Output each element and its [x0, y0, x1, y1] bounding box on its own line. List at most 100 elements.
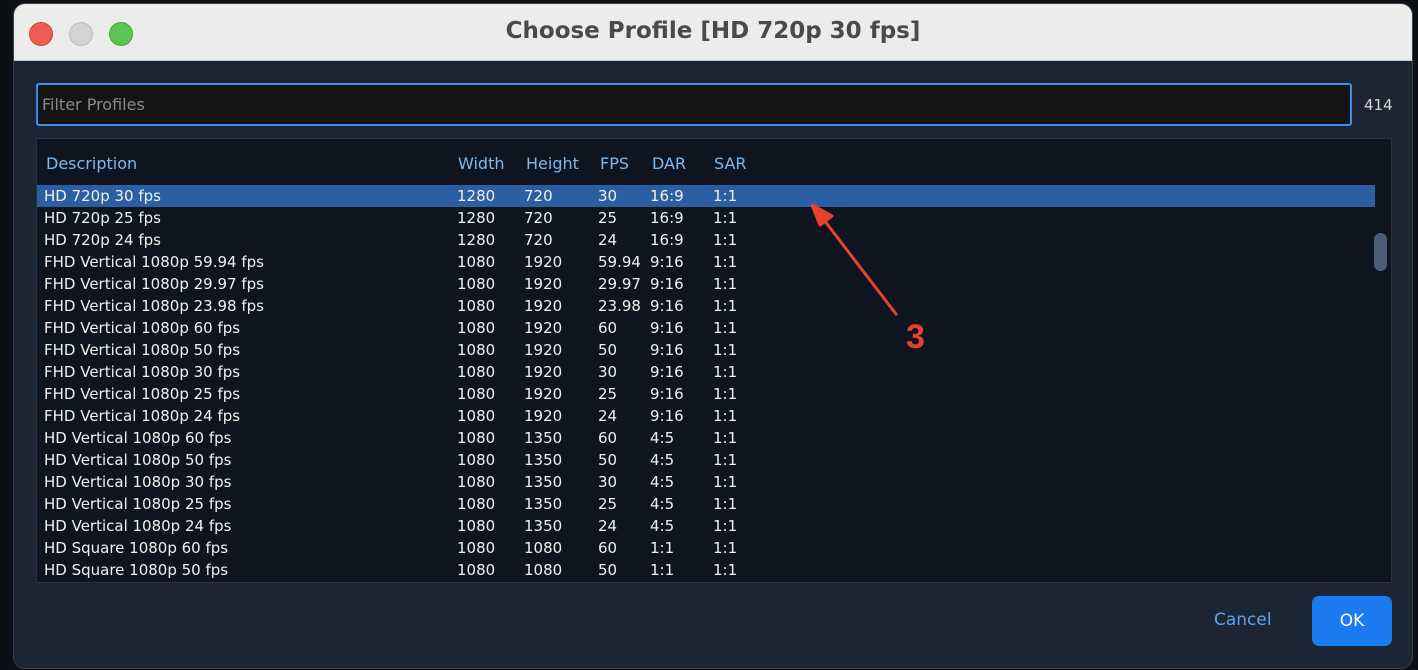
- cell-fps: 25: [598, 385, 618, 403]
- cell-sar: 1:1: [713, 495, 738, 513]
- table-row[interactable]: HD Vertical 1080p 25 fps 1080 1350 25 4:5 1:1: [37, 493, 1375, 515]
- cell-sar: 1:1: [713, 473, 738, 491]
- table-row[interactable]: HD Square 1080p 60 fps 1080 1080 60 1:1 1:1: [37, 537, 1375, 559]
- table-row[interactable]: FHD Vertical 1080p 60 fps 1080 1920 60 9:16 1…: [37, 317, 1375, 339]
- cell-sar: 1:1: [713, 561, 738, 579]
- cell-dar: 4:5: [650, 517, 675, 535]
- cell-fps: 60: [598, 319, 618, 337]
- cell-sar: 1:1: [713, 297, 738, 315]
- cell-height: 720: [524, 231, 553, 249]
- cell-fps: 30: [598, 473, 618, 491]
- window-title: Choose Profile [HD 720p 30 fps]: [505, 18, 921, 44]
- cell-sar: 1:1: [713, 539, 738, 557]
- cell-fps: 59.94: [598, 253, 641, 271]
- cell-width: 1080: [457, 297, 496, 315]
- title-bar: Choose Profile [HD 720p 30 fps]: [14, 4, 1412, 61]
- table-row[interactable]: FHD Vertical 1080p 29.97 fps 1080 1920 29.9…: [37, 273, 1375, 295]
- cell-dar: 9:16: [650, 253, 684, 271]
- cell-sar: 1:1: [713, 429, 738, 447]
- cell-description: FHD Vertical 1080p 50 fps: [44, 341, 241, 359]
- cell-description: FHD Vertical 1080p 25 fps: [44, 385, 241, 403]
- cell-dar: 4:5: [650, 429, 675, 447]
- cell-description: FHD Vertical 1080p 30 fps: [44, 363, 241, 381]
- cell-sar: 1:1: [713, 341, 738, 359]
- table-row[interactable]: FHD Vertical 1080p 24 fps 1080 1920 24 9:16 1…: [37, 405, 1375, 427]
- cell-height: 720: [524, 187, 553, 205]
- table-row[interactable]: FHD Vertical 1080p 59.94 fps 1080 1920 59.9…: [37, 251, 1375, 273]
- column-header-height[interactable]: Height: [526, 154, 579, 173]
- column-header-sar[interactable]: SAR: [714, 154, 747, 173]
- cell-height: 1920: [524, 253, 563, 271]
- cell-dar: 1:1: [650, 561, 675, 579]
- table-row[interactable]: HD Vertical 1080p 30 fps 1080 1350 30 4:5 1:1: [37, 471, 1375, 493]
- cell-width: 1080: [457, 429, 496, 447]
- ok-button[interactable]: OK: [1312, 596, 1392, 646]
- table-row[interactable]: FHD Vertical 1080p 30 fps 1080 1920 30 9:16 1…: [37, 361, 1375, 383]
- cell-description: FHD Vertical 1080p 24 fps: [44, 407, 241, 425]
- cell-description: HD Square 1080p 50 fps: [44, 561, 229, 579]
- cell-dar: 4:5: [650, 451, 675, 469]
- cancel-button[interactable]: Cancel: [1214, 610, 1272, 630]
- cell-fps: 60: [598, 539, 618, 557]
- table-header: Description Width Height FPS DAR SAR: [37, 139, 1391, 185]
- cell-height: 1350: [524, 495, 563, 513]
- cell-height: 1920: [524, 341, 563, 359]
- cell-description: FHD Vertical 1080p 59.94 fps: [44, 253, 264, 271]
- cell-fps: 50: [598, 451, 618, 469]
- cell-width: 1080: [457, 473, 496, 491]
- cell-sar: 1:1: [713, 209, 738, 227]
- cell-sar: 1:1: [713, 407, 738, 425]
- table-row[interactable]: FHD Vertical 1080p 23.98 fps 1080 1920 23.9…: [37, 295, 1375, 317]
- cell-fps: 50: [598, 561, 618, 579]
- cell-height: 1920: [524, 363, 563, 381]
- table-row[interactable]: HD Vertical 1080p 60 fps 1080 1350 60 4:5 1:1: [37, 427, 1375, 449]
- cell-description: FHD Vertical 1080p 60 fps: [44, 319, 241, 337]
- table-row[interactable]: HD 720p 24 fps 1280 720 24 16:9 1:1: [37, 229, 1375, 251]
- cell-description: FHD Vertical 1080p 29.97 fps: [44, 275, 264, 293]
- cell-fps: 23.98: [598, 297, 641, 315]
- column-header-fps[interactable]: FPS: [600, 154, 629, 173]
- cell-dar: 9:16: [650, 341, 684, 359]
- cell-sar: 1:1: [713, 187, 738, 205]
- cell-description: HD Vertical 1080p 24 fps: [44, 517, 232, 535]
- cell-fps: 24: [598, 231, 618, 249]
- cell-height: 1350: [524, 517, 563, 535]
- table-row[interactable]: HD Vertical 1080p 50 fps 1080 1350 50 4:5 1:1: [37, 449, 1375, 471]
- table-row[interactable]: FHD Vertical 1080p 50 fps 1080 1920 50 9:16 1…: [37, 339, 1375, 361]
- cell-dar: 16:9: [650, 231, 684, 249]
- cell-height: 1350: [524, 451, 563, 469]
- cell-sar: 1:1: [713, 517, 738, 535]
- cell-fps: 24: [598, 517, 618, 535]
- cell-dar: 9:16: [650, 297, 684, 315]
- cell-description: HD Square 1080p 60 fps: [44, 539, 229, 557]
- cell-dar: 1:1: [650, 539, 675, 557]
- cell-dar: 4:5: [650, 495, 675, 513]
- cell-width: 1080: [457, 517, 496, 535]
- cell-sar: 1:1: [713, 253, 738, 271]
- profiles-table: Description Width Height FPS DAR SAR HD …: [36, 138, 1392, 583]
- cell-description: HD Vertical 1080p 30 fps: [44, 473, 232, 491]
- column-header-width[interactable]: Width: [458, 154, 504, 173]
- table-row[interactable]: HD Vertical 1080p 24 fps 1080 1350 24 4:5 1:1: [37, 515, 1375, 537]
- cell-width: 1080: [457, 319, 496, 337]
- filter-profiles-input[interactable]: [36, 83, 1352, 126]
- vertical-scrollbar[interactable]: [1374, 233, 1387, 271]
- table-row[interactable]: FHD Vertical 1080p 25 fps 1080 1920 25 9:16 1…: [37, 383, 1375, 405]
- table-row[interactable]: HD 720p 25 fps 1280 720 25 16:9 1:1: [37, 207, 1375, 229]
- column-header-description[interactable]: Description: [46, 154, 137, 173]
- cell-description: HD Vertical 1080p 50 fps: [44, 451, 232, 469]
- cell-height: 1080: [524, 539, 563, 557]
- cell-description: HD Vertical 1080p 60 fps: [44, 429, 232, 447]
- cell-sar: 1:1: [713, 231, 738, 249]
- column-header-dar[interactable]: DAR: [652, 154, 686, 173]
- cell-fps: 25: [598, 495, 618, 513]
- cell-fps: 29.97: [598, 275, 641, 293]
- cell-height: 1350: [524, 429, 563, 447]
- cell-width: 1280: [457, 187, 496, 205]
- table-row-selected[interactable]: HD 720p 30 fps 1280 720 30 16:9 1:1: [37, 185, 1375, 207]
- cell-fps: 25: [598, 209, 618, 227]
- cell-width: 1080: [457, 275, 496, 293]
- cell-sar: 1:1: [713, 363, 738, 381]
- choose-profile-dialog: Choose Profile [HD 720p 30 fps] 414 Desc…: [14, 4, 1412, 668]
- table-row[interactable]: HD Square 1080p 50 fps 1080 1080 50 1:1 1:1: [37, 559, 1375, 581]
